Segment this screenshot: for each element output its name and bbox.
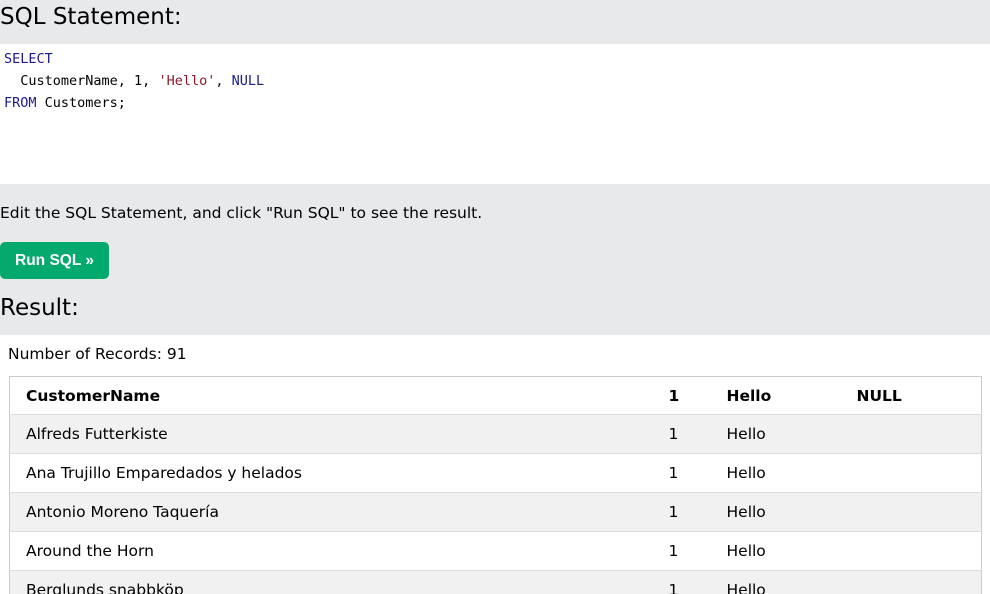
table-cell: Hello — [710, 531, 841, 571]
sql-statement-heading: SQL Statement: — [0, 4, 182, 30]
table-cell: Hello — [710, 453, 841, 493]
table-cell: Around the Horn — [9, 531, 653, 571]
table-cell: 1 — [652, 531, 711, 571]
table-cell: 1 — [652, 453, 711, 493]
table-row: Berglunds snabbköp 1 Hello — [9, 570, 982, 594]
table-cell — [840, 492, 982, 532]
result-panel: Number of Records: 91 CustomerName 1 Hel… — [0, 335, 990, 594]
sql-text: CustomerName, 1, — [4, 73, 159, 89]
result-heading: Result: — [0, 295, 79, 321]
code-line: SELECT — [4, 48, 990, 70]
table-cell: Antonio Moreno Taquería — [9, 492, 653, 532]
instructions-text: Edit the SQL Statement, and click "Run S… — [0, 204, 483, 222]
table-cell: Alfreds Futterkiste — [9, 414, 653, 454]
column-header-hello: Hello — [710, 376, 841, 415]
column-header-customername: CustomerName — [9, 376, 653, 415]
code-line: CustomerName, 1, 'Hello', NULL — [4, 70, 990, 92]
table-cell: Hello — [710, 492, 841, 532]
sql-editor[interactable]: SELECT CustomerName, 1, 'Hello', NULL FRO… — [0, 44, 990, 184]
table-row: Antonio Moreno Taquería 1 Hello — [9, 492, 982, 532]
sql-null: NULL — [231, 73, 265, 89]
sql-keyword: SELECT — [4, 51, 53, 67]
sql-string: 'Hello' — [158, 73, 216, 89]
table-row: Ana Trujillo Emparedados y helados 1 Hello — [9, 453, 982, 493]
table-cell — [840, 414, 982, 454]
run-sql-button[interactable]: Run SQL » — [0, 242, 109, 279]
record-count: Number of Records: 91 — [8, 345, 187, 363]
table-row: Around the Horn 1 Hello — [9, 531, 982, 571]
table-cell: Ana Trujillo Emparedados y helados — [9, 453, 653, 493]
table-cell: 1 — [652, 492, 711, 532]
column-header-null: NULL — [840, 376, 982, 415]
table-cell — [840, 453, 982, 493]
table-cell: Berglunds snabbköp — [9, 570, 653, 594]
table-header-row: CustomerName 1 Hello NULL — [9, 376, 982, 415]
column-header-1: 1 — [652, 376, 711, 415]
table-cell — [840, 570, 982, 594]
result-table: CustomerName 1 Hello NULL Alfreds Futter… — [9, 376, 982, 594]
code-line: FROM Customers; — [4, 92, 990, 114]
sql-keyword: FROM — [4, 95, 37, 111]
table-cell: 1 — [652, 414, 711, 454]
table-cell: 1 — [652, 570, 711, 594]
sql-text: , — [215, 73, 232, 89]
table-cell: Hello — [710, 570, 841, 594]
table-cell — [840, 531, 982, 571]
table-cell: Hello — [710, 414, 841, 454]
sql-text: Customers; — [36, 95, 126, 111]
table-row: Alfreds Futterkiste 1 Hello — [9, 414, 982, 454]
